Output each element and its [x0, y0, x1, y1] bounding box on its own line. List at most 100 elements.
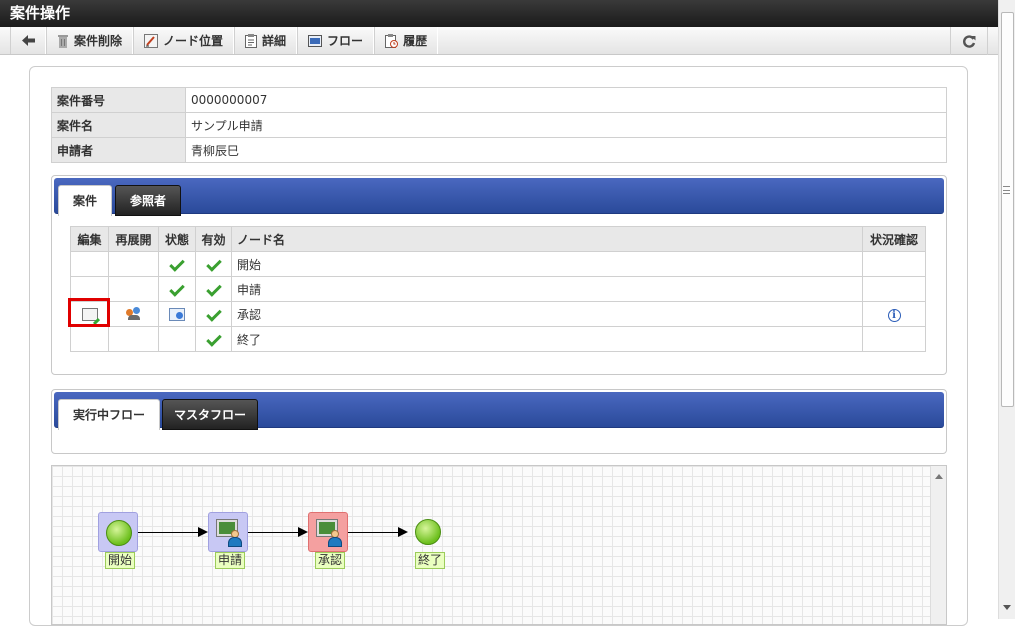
cell-reopen: [108, 251, 159, 277]
cell-status-check: [862, 276, 926, 302]
start-node-icon: [106, 520, 132, 546]
flow-button[interactable]: フロー: [297, 27, 375, 54]
cell-state: [158, 326, 196, 352]
table-row: 案件名 サンプル申請: [51, 112, 947, 138]
arrow-head-icon: [398, 527, 408, 537]
tab-master-flow[interactable]: マスタフロー: [162, 399, 258, 430]
end-node-icon: [415, 519, 441, 545]
cell-status-check: i: [862, 301, 926, 327]
cell-valid: [195, 301, 232, 327]
flow-node-start[interactable]: [98, 512, 138, 552]
tab-viewers[interactable]: 参照者: [115, 185, 181, 216]
history-label: 履歴: [403, 34, 428, 48]
applicant-label: 申請者: [51, 137, 186, 163]
table-row: 申請者 青柳辰巳: [51, 137, 947, 163]
cell-valid: [195, 276, 232, 302]
check-icon: [205, 256, 222, 272]
flow-tabbar: 実行中フロー マスタフロー: [54, 392, 944, 430]
case-name-value: サンプル申請: [185, 112, 947, 138]
in-progress-icon[interactable]: [169, 308, 185, 321]
check-icon: [205, 331, 222, 347]
flow-node-label: 開始: [105, 552, 136, 569]
node-position-icon: [144, 33, 159, 48]
arrow-head-icon: [198, 527, 208, 537]
flow-node-label: 終了: [415, 552, 446, 569]
cell-state: [158, 251, 196, 277]
scroll-down-icon[interactable]: [1003, 605, 1011, 610]
flow-node-apply[interactable]: [208, 512, 248, 552]
node-position-label: ノード位置: [163, 34, 224, 48]
table-row: 終了: [70, 326, 926, 352]
window-title: 案件操作: [0, 0, 998, 27]
history-button[interactable]: 履歴: [374, 27, 439, 54]
cell-edit: [70, 251, 109, 277]
case-tabbar: 案件 参照者: [54, 178, 944, 216]
col-status-check: 状況確認: [862, 226, 926, 252]
arrow-head-icon: [298, 527, 308, 537]
flow-edge: [348, 532, 399, 533]
cell-state: [158, 276, 196, 302]
flow-canvas[interactable]: 開始 申請 承認 終了: [51, 465, 947, 625]
case-info-table: 案件番号 0000000007 案件名 サンプル申請 申請者 青柳辰巳: [51, 87, 947, 163]
flow-edge: [138, 532, 200, 533]
clipboard-icon: [245, 33, 258, 48]
col-state: 状態: [158, 226, 196, 252]
cell-valid: [195, 251, 232, 277]
node-name: 承認: [231, 301, 863, 327]
delete-case-label: 案件削除: [74, 34, 123, 48]
flow-label: フロー: [327, 34, 364, 48]
detail-button[interactable]: 詳細: [234, 27, 298, 54]
table-header-row: 編集 再展開 状態 有効 ノード名 状況確認: [70, 226, 926, 252]
cell-status-check: [862, 251, 926, 277]
user-task-icon: [216, 519, 243, 547]
flow-node-label: 申請: [215, 552, 246, 569]
info-icon[interactable]: i: [887, 308, 901, 322]
history-icon: [385, 33, 399, 48]
users-icon[interactable]: [125, 307, 143, 321]
node-name: 終了: [231, 326, 863, 352]
cell-edit: [70, 326, 109, 352]
check-icon: [169, 256, 185, 272]
case-name-label: 案件名: [51, 112, 186, 138]
refresh-button[interactable]: [950, 27, 988, 55]
tab-case[interactable]: 案件: [58, 185, 112, 216]
page-scrollbar[interactable]: [998, 0, 1015, 619]
case-number-value: 0000000007: [185, 87, 947, 113]
detail-label: 詳細: [262, 34, 287, 48]
delete-case-button[interactable]: 案件削除: [46, 27, 134, 54]
refresh-icon: [962, 34, 975, 48]
node-position-button[interactable]: ノード位置: [133, 27, 235, 54]
scrollbar-thumb[interactable]: [1001, 12, 1014, 407]
cell-reopen: [108, 276, 159, 302]
flow-icon: [308, 34, 323, 47]
flow-edge: [248, 532, 299, 533]
flow-node-approve[interactable]: [308, 512, 348, 552]
case-number-label: 案件番号: [51, 87, 186, 113]
col-valid: 有効: [195, 226, 232, 252]
back-button[interactable]: [10, 27, 46, 54]
col-node-name: ノード名: [231, 226, 863, 252]
table-row: 承認 i: [70, 301, 926, 327]
applicant-value: 青柳辰巳: [185, 137, 947, 163]
check-icon: [169, 281, 185, 297]
scroll-up-icon[interactable]: [935, 474, 943, 479]
user-task-icon: [316, 519, 343, 547]
cell-valid: [195, 326, 232, 352]
tab-running-flow[interactable]: 実行中フロー: [58, 399, 160, 430]
toolbar: 案件削除 ノード位置 詳細 フロー 履歴: [0, 27, 998, 55]
flow-scrollbar[interactable]: [930, 466, 946, 624]
flow-node-label: 承認: [315, 552, 346, 569]
arrow-left-icon: [21, 35, 35, 46]
node-table: 編集 再展開 状態 有効 ノード名 状況確認 開始 申請 承認 i 終了: [70, 226, 926, 352]
node-name: 開始: [231, 251, 863, 277]
cell-reopen: [108, 326, 159, 352]
table-row: 申請: [70, 276, 926, 302]
check-icon: [205, 281, 222, 297]
edit-highlight-box: [68, 298, 110, 327]
check-icon: [205, 306, 222, 322]
flow-node-end[interactable]: [408, 512, 448, 552]
trash-icon: [58, 34, 68, 48]
cell-state: [158, 301, 196, 327]
cell-status-check: [862, 326, 926, 352]
cell-reopen: [108, 301, 159, 327]
